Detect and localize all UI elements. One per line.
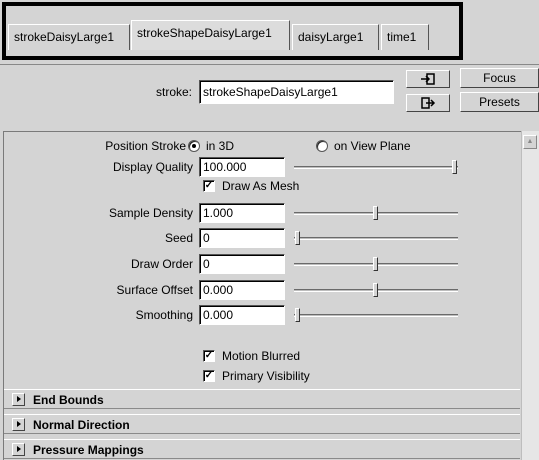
section-end-bounds[interactable]: End Bounds <box>4 389 520 409</box>
vertical-scrollbar[interactable] <box>521 131 539 460</box>
seed-slider-thumb[interactable] <box>295 231 300 245</box>
show-node-button[interactable] <box>406 94 450 112</box>
tab-divider <box>0 64 539 65</box>
draw-order-field[interactable]: 0 <box>199 254 285 274</box>
smoothing-label: Smoothing <box>135 308 193 322</box>
tab-time1[interactable]: time1 <box>381 24 429 50</box>
arrow-into-box-icon <box>421 73 435 85</box>
stroke-name-field[interactable]: strokeShapeDaisyLarge1 <box>199 80 394 104</box>
position-stroke-label: Position Stroke <box>105 139 186 153</box>
sample-density-field[interactable]: 1.000 <box>199 203 285 223</box>
seed-label: Seed <box>164 231 193 245</box>
draw-as-mesh-label: Draw As Mesh <box>222 179 300 193</box>
draw-order-slider-thumb[interactable] <box>373 257 378 271</box>
section-pressure-mappings-title: Pressure Mappings <box>33 443 144 457</box>
display-quality-field[interactable]: 100.000 <box>199 157 285 177</box>
primary-visibility-label: Primary Visibility <box>222 369 310 383</box>
section-normal-direction-title: Normal Direction <box>33 418 130 432</box>
sample-density-slider-thumb[interactable] <box>373 206 378 220</box>
attribute-editor-panel: strokeDaisyLarge1 strokeShapeDaisyLarge1… <box>0 0 539 460</box>
radio-in-3d-label: in 3D <box>206 139 235 153</box>
smoothing-slider-thumb[interactable] <box>295 308 300 322</box>
section-end-bounds-title: End Bounds <box>33 393 104 407</box>
motion-blurred-checkbox[interactable]: ✓ <box>203 350 215 362</box>
tab-strip: strokeDaisyLarge1 strokeShapeDaisyLarge1… <box>0 0 539 66</box>
tab-daisy-large1[interactable]: daisyLarge1 <box>292 24 379 50</box>
sample-density-label: Sample Density <box>108 206 193 220</box>
scroll-up-arrow-icon[interactable]: ▲ <box>523 135 537 149</box>
tab-highlight-box: strokeDaisyLarge1 strokeShapeDaisyLarge1… <box>2 2 463 60</box>
seed-slider-track[interactable] <box>294 237 458 240</box>
display-quality-slider-track[interactable] <box>294 166 458 169</box>
presets-button[interactable]: Presets <box>460 92 539 112</box>
radio-in-3d[interactable] <box>188 140 200 152</box>
node-header: stroke: strokeShapeDaisyLarge1 Focus Pre… <box>0 66 539 122</box>
triangle-right-icon[interactable] <box>12 443 25 456</box>
section-normal-direction[interactable]: Normal Direction <box>4 414 520 434</box>
smoothing-field[interactable]: 0.000 <box>199 305 285 325</box>
display-quality-slider-thumb[interactable] <box>452 160 457 174</box>
tab-stroke-shape-daisy-large1[interactable]: strokeShapeDaisyLarge1 <box>131 20 290 50</box>
draw-order-label: Draw Order <box>130 257 193 271</box>
triangle-right-icon[interactable] <box>12 393 25 406</box>
surface-offset-label: Surface Offset <box>116 283 193 297</box>
primary-visibility-checkbox[interactable]: ✓ <box>203 370 215 382</box>
select-node-button[interactable] <box>406 70 450 88</box>
section-pressure-mappings[interactable]: Pressure Mappings <box>4 439 520 459</box>
smoothing-slider-track[interactable] <box>294 314 458 317</box>
arrow-out-box-icon <box>421 97 436 109</box>
surface-offset-slider-thumb[interactable] <box>373 283 378 297</box>
focus-button[interactable]: Focus <box>460 68 539 88</box>
motion-blurred-label: Motion Blurred <box>222 349 301 363</box>
stroke-label: stroke: <box>155 85 192 99</box>
display-quality-label: Display Quality <box>112 160 193 174</box>
tab-stroke-daisy-large1[interactable]: strokeDaisyLarge1 <box>8 24 130 50</box>
radio-on-view-plane[interactable] <box>316 140 328 152</box>
surface-offset-field[interactable]: 0.000 <box>199 280 285 300</box>
seed-field[interactable]: 0 <box>199 228 285 248</box>
triangle-right-icon[interactable] <box>12 418 25 431</box>
draw-as-mesh-checkbox[interactable]: ✓ <box>203 180 215 192</box>
radio-on-view-plane-label: on View Plane <box>334 139 411 153</box>
